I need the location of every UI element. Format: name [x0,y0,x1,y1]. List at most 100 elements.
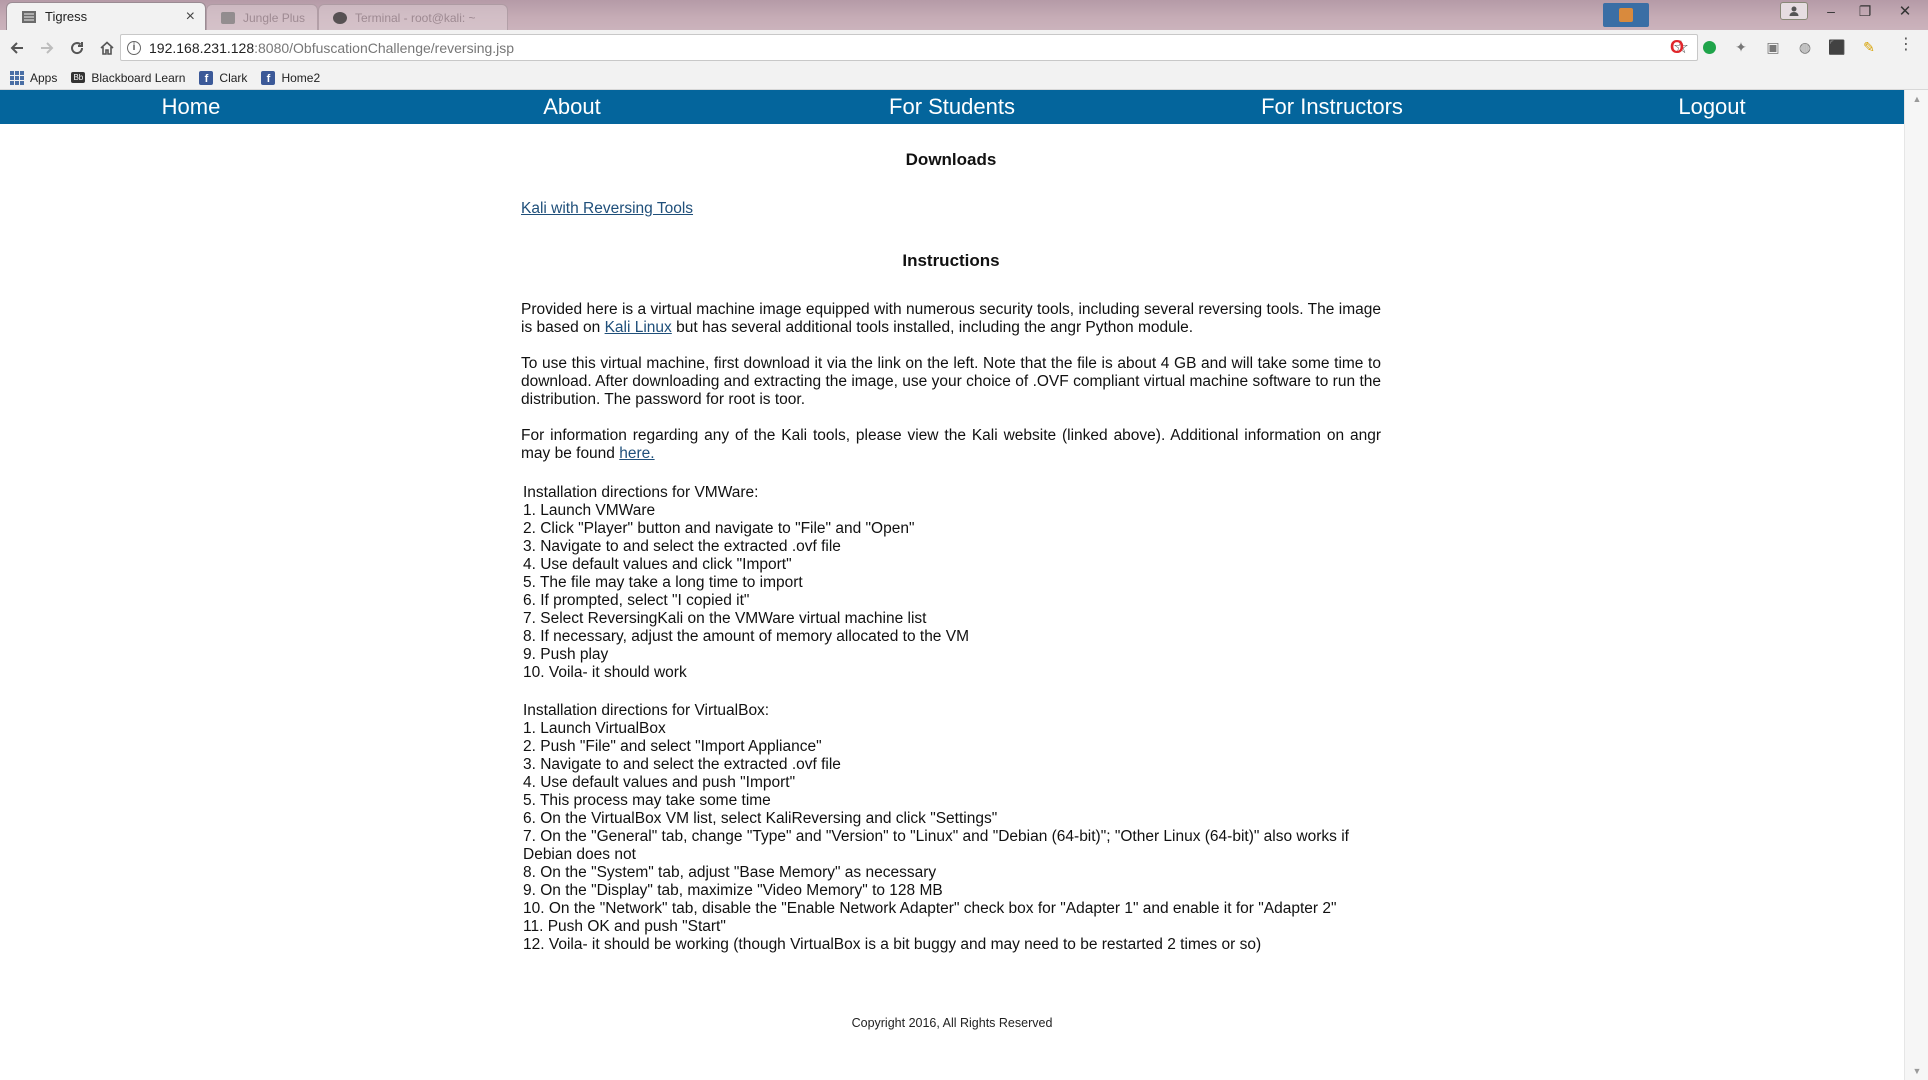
url-path: :8080/ObfuscationChallenge/reversing.jsp [254,39,515,56]
minimize-button[interactable]: – [1814,0,1848,22]
puzzle-extension-icon[interactable]: ✦ [1730,36,1752,58]
pen-extension-icon[interactable]: ✎ [1858,36,1880,58]
list-item: 8. On the "System" tab, adjust "Base Mem… [523,864,937,881]
list-item: 10. Voila- it should work [523,664,687,681]
virtualbox-directions: Installation directions for VirtualBox: … [521,702,1381,954]
window-controls: – ❐ ✕ [1780,0,1928,22]
site-nav: Home About For Students For Instructors … [0,90,1904,124]
page-scrollbar[interactable]: ▲ ▼ [1904,90,1928,1080]
kali-linux-link[interactable]: Kali Linux [605,319,672,336]
bookmark-clark[interactable]: f Clark [199,70,248,85]
facebook-icon: f [199,70,214,85]
tab-background-1[interactable]: Jungle Plus [206,4,318,30]
nav-logout[interactable]: Logout [1678,94,1745,120]
list-item: 2. Click "Player" button and navigate to… [523,520,915,537]
list-item: 7. Select ReversingKali on the VMWare vi… [523,610,927,627]
kali-download-link[interactable]: Kali with Reversing Tools [521,200,693,218]
extension-icons: O ✦ ▣ ◍ ⬛ ✎ [1666,36,1880,58]
instructions-heading: Instructions [902,251,1000,270]
url-host: 192.168.231.128 [149,39,255,56]
bookmark-blackboard[interactable]: Bb Blackboard Learn [71,71,185,85]
virtualbox-heading: Installation directions for VirtualBox: [523,702,770,719]
list-item: 1. Launch VirtualBox [523,720,666,737]
vmware-heading: Installation directions for VMWare: [523,484,759,501]
intro-paragraph: Provided here is a virtual machine image… [521,301,1381,337]
list-item: 2. Push "File" and select "Import Applia… [523,738,822,755]
list-item: 5. This process may take some time [523,792,771,809]
nav-for-instructors[interactable]: For Instructors [1261,94,1403,120]
tab-tigress[interactable]: Tigress × [6,2,206,30]
list-item: 4. Use default values and push "Import" [523,774,796,791]
back-arrow-icon [10,42,23,54]
reload-icon [71,42,84,55]
angr-here-link[interactable]: here. [619,445,654,462]
main-content: Downloads Kali with Reversing Tools Inst… [521,124,1381,954]
nav-for-students[interactable]: For Students [889,94,1015,120]
address-bar[interactable]: i 192.168.231.128:8080/ObfuscationChalle… [120,34,1698,61]
green-status-extension-icon[interactable] [1698,36,1720,58]
list-item: 12. Voila- it should be working (though … [523,936,1262,953]
profile-icon [1619,8,1633,22]
site-info-icon[interactable]: i [127,40,141,55]
box-extension-icon[interactable]: ⬛ [1826,36,1848,58]
list-item: 5. The file may take a long time to impo… [523,574,803,591]
list-item: 3. Navigate to and select the extracted … [523,538,841,555]
downloads-heading: Downloads [905,150,997,169]
bookmark-label: Clark [219,70,248,85]
square-extension-icon[interactable]: ▣ [1762,36,1784,58]
restore-button[interactable]: ❐ [1848,0,1882,22]
blackboard-icon: Bb [71,72,86,83]
facebook-icon: f [261,70,276,85]
copyright-footer: Copyright 2016, All Rights Reserved [851,1016,1053,1030]
list-item: 9. Push play [523,646,609,663]
close-window-button[interactable]: ✕ [1882,0,1928,22]
info-paragraph: For information regarding any of the Kal… [521,427,1381,463]
apps-grid-icon [10,70,24,85]
list-item: 7. On the "General" tab, change "Type" a… [523,828,1349,863]
bookmarks-bar: Apps Bb Blackboard Learn f Clark f Home2 [0,66,1928,90]
reload-button[interactable] [64,35,90,61]
tab-background-2[interactable]: Terminal - root@kali: ~ [318,4,508,30]
tab-close-icon[interactable]: × [186,8,195,25]
tab-favicon-icon [221,11,235,24]
forward-button[interactable] [34,35,60,61]
list-item: 3. Navigate to and select the extracted … [523,756,841,773]
bookmark-apps[interactable]: Apps [10,70,58,85]
page-viewport: Home About For Students For Instructors … [0,90,1904,1080]
list-item: 9. On the "Display" tab, maximize "Video… [523,882,943,899]
forward-arrow-icon [41,42,54,54]
list-item: 6. If prompted, select "I copied it" [523,592,750,609]
bookmark-home2[interactable]: f Home2 [261,70,321,85]
home-button[interactable] [94,35,120,61]
user-account-icon[interactable] [1780,2,1808,20]
circle-extension-icon[interactable]: ◍ [1794,36,1816,58]
page-favicon-icon [21,9,37,25]
scroll-up-arrow-icon[interactable]: ▲ [1905,90,1928,108]
bookmark-label: Apps [30,70,58,85]
tab-title: Tigress [45,9,88,24]
vmware-directions: Installation directions for VMWare: 1. L… [521,484,1381,682]
list-item: 4. Use default values and click "Import" [523,556,792,573]
bookmark-label: Blackboard Learn [91,70,186,85]
profile-badge[interactable] [1603,3,1649,27]
browser-menu-icon[interactable]: ⋮ [1898,37,1914,53]
tab-title: Terminal - root@kali: ~ [355,10,476,25]
nav-home[interactable]: Home [162,94,221,120]
opera-extension-icon[interactable]: O [1666,36,1688,58]
list-item: 6. On the VirtualBox VM list, select Kal… [523,810,998,827]
bookmark-label: Home2 [281,70,321,85]
nav-about[interactable]: About [543,94,601,120]
back-button[interactable] [4,35,30,61]
list-item: 10. On the "Network" tab, disable the "E… [523,900,1337,917]
browser-toolbar: i 192.168.231.128:8080/ObfuscationChalle… [0,30,1928,66]
tab-strip: Tigress × Jungle Plus Terminal - root@ka… [0,0,1928,30]
usage-paragraph: To use this virtual machine, first downl… [521,355,1381,408]
tab-title: Jungle Plus [243,10,306,25]
intro-text-end: but has several additional tools install… [671,319,1194,336]
scroll-down-arrow-icon[interactable]: ▼ [1905,1062,1928,1080]
home-icon [100,41,114,55]
list-item: 11. Push OK and push "Start" [523,918,726,935]
list-item: 1. Launch VMWare [523,502,656,519]
terminal-icon [333,11,347,24]
list-item: 8. If necessary, adjust the amount of me… [523,628,969,645]
